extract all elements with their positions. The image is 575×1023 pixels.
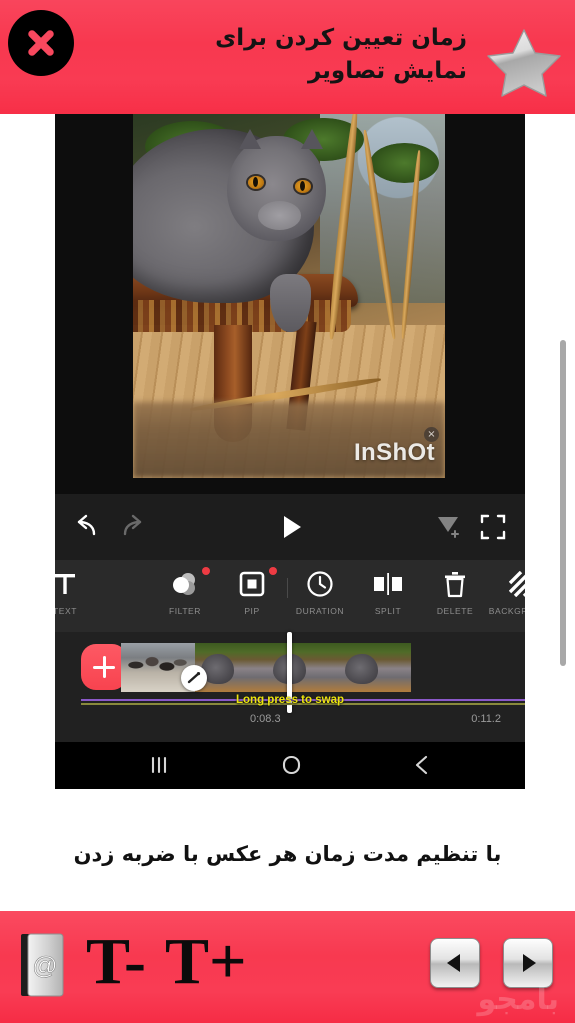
android-navbar [55, 742, 525, 789]
total-time: 0:11.2 [471, 713, 501, 725]
tool-label: DELETE [436, 606, 474, 616]
transition-button[interactable] [181, 665, 207, 691]
split-icon [374, 573, 402, 595]
caption-text: با تنظیم مدت زمان هر عکس با ضربه زدن [73, 842, 502, 866]
tool-duration[interactable]: DURATION [286, 568, 354, 626]
tool-pip[interactable]: PIP [218, 567, 286, 626]
back-chevron-icon[interactable] [408, 752, 436, 778]
clip-track[interactable] [121, 643, 411, 692]
badge-dot [202, 567, 210, 575]
tool-split[interactable]: SPLIT [354, 568, 422, 626]
page-scrollbar[interactable] [560, 340, 566, 666]
page-title: زمان تعیین کردن برای نمایش تصاویر [215, 25, 467, 84]
home-circle-icon[interactable] [277, 752, 305, 778]
recents-bars-icon[interactable] [145, 752, 173, 778]
bookmark-button[interactable]: @ [18, 932, 66, 998]
favorite-button[interactable] [485, 24, 563, 98]
tool-label: DURATION [295, 606, 345, 616]
fullscreen-icon[interactable] [479, 513, 507, 541]
undo-arrow-icon[interactable] [74, 513, 102, 541]
svg-text:@: @ [32, 952, 57, 980]
transition-badge-icon [187, 672, 201, 684]
current-time: 0:08.3 [250, 713, 281, 725]
footer-bar: @ T- T+ بامجو [0, 911, 575, 1023]
play-triangle-icon[interactable] [276, 512, 306, 542]
player-controls [55, 494, 525, 560]
tool-text[interactable]: TEXT [55, 568, 99, 626]
diagonal-stripes-icon [509, 571, 525, 597]
close-button[interactable] [8, 10, 74, 76]
tool-label: BACKGROUND [488, 606, 525, 616]
tool-label: PIP [244, 606, 260, 616]
close-x-icon [28, 30, 54, 56]
header-bar: زمان تعیین کردن برای نمایش تصاویر [0, 0, 575, 114]
edit-toolbar: TEXT FILTER PIP DURATION SPLIT DELETE BA… [55, 560, 525, 632]
prev-button[interactable] [430, 938, 480, 988]
redo-arrow-icon[interactable] [117, 513, 145, 541]
watermark-close-icon[interactable]: × [424, 427, 439, 442]
clock-icon [307, 571, 333, 597]
tool-filter[interactable]: FILTER [151, 567, 219, 626]
clip-thumbnail[interactable] [195, 643, 411, 692]
tool-label: SPLIT [374, 606, 402, 616]
tool-label: FILTER [169, 606, 201, 616]
prev-triangle-icon [447, 954, 460, 972]
address-book-at-icon: @ [21, 933, 64, 997]
app-root: زمان تعیین کردن برای نمایش تصاویر InShOt… [0, 0, 575, 1023]
inshot-watermark: InShOt [353, 439, 435, 466]
text-t-icon [55, 574, 75, 594]
tool-delete[interactable]: DELETE [421, 568, 489, 626]
tool-label: TEXT [55, 606, 77, 616]
next-triangle-icon [523, 954, 536, 972]
filter-circles-icon [173, 573, 195, 595]
pip-square-icon [239, 571, 265, 597]
marker-add-icon[interactable] [434, 512, 462, 540]
swap-hint-text: Long press to swap [236, 694, 344, 706]
text-decrease-button[interactable]: T- [86, 929, 146, 995]
tool-background[interactable]: BACKGROUND [488, 568, 525, 626]
badge-dot [269, 567, 277, 575]
timeline: Long press to swap 0:08.3 0:11.2 [55, 632, 525, 742]
video-preview[interactable]: InShOt × [55, 114, 525, 494]
preview-photo: InShOt × [133, 114, 445, 478]
trash-icon [445, 571, 465, 597]
text-increase-button[interactable]: T+ [165, 929, 247, 995]
site-watermark: بامجو [477, 982, 559, 1017]
phone-screenshot: InShOt × TEXT FILTER PIP DURATION SPLIT … [55, 114, 525, 789]
star-icon [487, 29, 561, 97]
next-button[interactable] [503, 938, 553, 988]
